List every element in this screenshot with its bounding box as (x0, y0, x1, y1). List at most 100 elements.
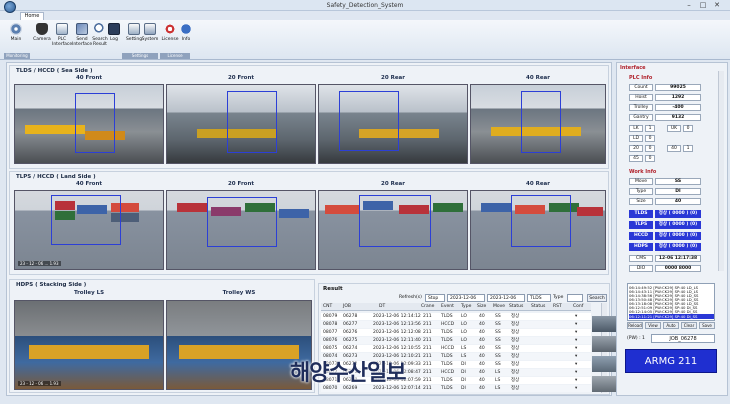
send-interface-button[interactable]: Send Interface (72, 23, 92, 53)
camera-sea-40-rear[interactable] (470, 84, 606, 164)
table-cell: SS (495, 322, 501, 327)
reload-button[interactable]: Reload (627, 322, 643, 329)
table-row[interactable]: 08079 06278 2023-12-06 12:14:12 211 TLDS LO 40… (321, 313, 591, 320)
camera-sea-20-rear[interactable] (318, 84, 468, 164)
auto-button[interactable]: Auto (663, 322, 679, 329)
table-cell: TLDS (441, 386, 453, 391)
info-button[interactable]: Info (176, 23, 196, 53)
app-logo-icon[interactable] (4, 1, 16, 13)
col-conf[interactable]: Conf (573, 304, 583, 309)
col-dt[interactable]: DT (379, 304, 385, 309)
table-row[interactable]: 08078 06277 2023-12-06 12:13:56 211 HCCD LO 40… (321, 321, 591, 328)
log-label: Log (109, 37, 119, 42)
plc-interface-button[interactable]: PLC Interface (52, 23, 72, 53)
col-cnt[interactable]: CNT (323, 304, 332, 309)
maximize-icon[interactable]: □ (698, 1, 708, 9)
log-button[interactable]: Log (104, 23, 124, 53)
col-job[interactable]: JOB (343, 304, 351, 309)
thumbnail[interactable] (592, 376, 616, 392)
col-status[interactable]: Status (509, 304, 523, 309)
flag-value: 1 (683, 145, 693, 152)
table-row[interactable]: 08077 06276 2023-12-06 12:12:08 211 TLDS LO 40… (321, 329, 591, 336)
save-button[interactable]: Save (699, 322, 715, 329)
camera-button[interactable]: Camera (32, 23, 52, 53)
date-to-select[interactable]: 2023-12-06 (487, 294, 525, 302)
interface-scrollbar[interactable] (718, 71, 724, 271)
col-move[interactable]: Move (493, 304, 505, 309)
cam-label: 20 Rear (381, 181, 405, 187)
table-row[interactable]: 08076 06275 2023-12-06 12:11:40 211 TLDS LO 40… (321, 337, 591, 344)
thumbnail[interactable] (592, 356, 616, 372)
camera-land-40-front[interactable]: 23 - 12 - 06 ... 1.93 (14, 190, 164, 270)
log-list[interactable]: 06:14:49:52 [PW:CK29] SP:40 LD_LS 06:14:… (627, 283, 715, 321)
table-cell: 06277 (343, 322, 358, 327)
col-status2[interactable]: Status (531, 304, 545, 309)
table-cell: TLDS (441, 362, 453, 367)
system-select[interactable]: TLDS (527, 294, 551, 302)
table-cell: 211 (423, 346, 432, 351)
view-button[interactable]: View (645, 322, 661, 329)
interface-title: Interface (620, 65, 646, 71)
system-button[interactable]: System (140, 23, 160, 53)
col-event[interactable]: Event (441, 304, 454, 309)
conf-dropdown-icon: ▾ (575, 314, 578, 319)
table-cell: 08078 (323, 322, 338, 327)
col-size[interactable]: Size (477, 304, 486, 309)
table-cell: SS (495, 354, 501, 359)
status-value-tlds: 정상 ( 0000 ) (0) (655, 210, 701, 218)
refresh-select[interactable]: Stop (425, 294, 445, 302)
table-cell: 06275 (343, 338, 358, 343)
col-crane[interactable]: Crane (421, 304, 434, 309)
table-cell: HCCD (441, 370, 455, 375)
table-cell: 정상 (511, 378, 520, 383)
camera-sea-20-front[interactable] (166, 84, 316, 164)
log-line-selected[interactable]: 06:12:11:21 [PW:CK29] SP:40 DI_SS (629, 314, 714, 319)
setting-icon (128, 23, 140, 35)
status-value-hdps: 정상 ( 0000 ) (0) (655, 243, 701, 251)
camera-land-20-rear[interactable] (318, 190, 468, 270)
conf-dropdown-icon: ▾ (575, 362, 578, 367)
work-info-title: Work Info (629, 169, 657, 175)
flag-value: 0 (645, 135, 655, 142)
date-from-select[interactable]: 2023-12-06 (447, 294, 485, 302)
cms-key: CMS (629, 255, 653, 262)
camera-land-40-rear[interactable] (470, 190, 606, 270)
camera-sea-40-front[interactable] (14, 84, 164, 164)
tab-home[interactable]: Home (20, 12, 44, 20)
status-value-tlps: 정상 ( 0000 ) (0) (655, 221, 701, 229)
conf-dropdown-icon: ▾ (575, 322, 578, 327)
container-shape (433, 203, 463, 212)
type-select[interactable] (567, 294, 583, 302)
thumbnail[interactable] (592, 336, 616, 352)
main-label: Main (10, 37, 22, 42)
spreader-shape (29, 345, 149, 359)
camera-land-20-front[interactable] (166, 190, 316, 270)
table-cell: TLDS (441, 338, 453, 343)
thumbnail[interactable] (592, 316, 616, 332)
group-monitoring: Monitoring (4, 53, 30, 59)
detection-box (339, 91, 399, 151)
table-cell: SS (495, 314, 501, 319)
search-button[interactable]: Search (587, 294, 607, 302)
table-cell: 정상 (511, 354, 520, 359)
table-cell: LO (461, 322, 467, 327)
cam-label: 40 Rear (526, 181, 550, 187)
plc-value: 99025 (655, 84, 701, 91)
col-type[interactable]: Type (461, 304, 471, 309)
container-shape (481, 203, 511, 212)
close-icon[interactable]: ✕ (712, 1, 722, 9)
send-icon (76, 23, 88, 35)
table-row[interactable]: 08075 06274 2023-12-06 12:10:55 211 HCCD LS 40… (321, 345, 591, 352)
main-button[interactable]: Main (6, 23, 26, 53)
camera-trolley-ls[interactable]: 23 - 12 - 06 ... 1.93 (14, 300, 164, 390)
col-rst[interactable]: RST (553, 304, 562, 309)
result-title: Result (323, 286, 343, 292)
plc-value: -400 (655, 104, 701, 111)
table-cell: 정상 (511, 314, 520, 319)
section-tlps-land: TLPS / HCCD ( Land Side ) 23 - 12 - 06 .… (9, 171, 609, 275)
minimize-icon[interactable]: – (684, 1, 694, 9)
clear-button[interactable]: Clear (681, 322, 697, 329)
container-shape (177, 203, 207, 212)
table-cell: 2023-12-06 12:13:56 (373, 322, 421, 327)
refresh-label: Refresh(s) (399, 295, 422, 300)
